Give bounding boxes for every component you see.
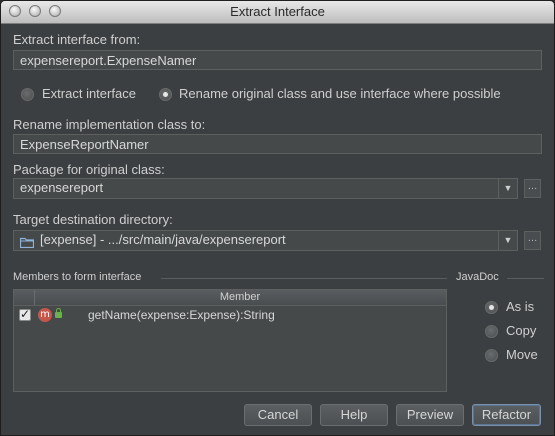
javadoc-copy-label[interactable]: Copy	[506, 323, 536, 338]
refactor-button[interactable]: Refactor	[472, 404, 541, 426]
method-icon: m	[38, 308, 52, 322]
member-signature: getName(expense:Expense):String	[88, 308, 275, 322]
javadoc-group-label: JavaDoc	[456, 271, 499, 283]
target-dir-combo[interactable]: [expense] - .../src/main/java/expenserep…	[13, 230, 518, 251]
checkbox-column-header[interactable]	[14, 290, 35, 305]
extract-interface-dialog: Extract Interface Extract interface from…	[0, 0, 555, 436]
title-bar: Extract Interface	[1, 1, 554, 24]
lock-icon	[55, 308, 62, 318]
rename-original-radio[interactable]	[159, 88, 172, 101]
javadoc-as-is-radio[interactable]	[485, 301, 498, 314]
javadoc-as-is-label[interactable]: As is	[506, 299, 534, 314]
chevron-down-icon[interactable]: ▼	[498, 179, 517, 198]
rename-impl-label: Rename implementation class to:	[13, 117, 206, 132]
member-column-header[interactable]: Member	[34, 291, 446, 303]
members-group-label: Members to form interface	[13, 271, 142, 283]
members-table-header: Member	[14, 290, 446, 306]
members-group-divider	[161, 278, 447, 279]
javadoc-group-divider	[507, 278, 544, 279]
extract-interface-radio[interactable]	[21, 88, 34, 101]
folder-icon	[19, 235, 35, 249]
target-dir-label: Target destination directory:	[13, 212, 173, 227]
package-combo-value: expensereport	[20, 180, 104, 195]
cancel-button[interactable]: Cancel	[244, 404, 312, 426]
extract-from-label: Extract interface from:	[13, 32, 141, 47]
extract-interface-radio-label[interactable]: Extract interface	[42, 86, 136, 101]
javadoc-copy-radio[interactable]	[485, 325, 498, 338]
table-row[interactable]: m getName(expense:Expense):String	[14, 306, 446, 326]
extract-from-field[interactable]: expensereport.ExpenseNamer	[13, 50, 542, 70]
members-table[interactable]: Member m getName(expense:Expense):String	[13, 289, 447, 392]
javadoc-move-label[interactable]: Move	[506, 347, 538, 362]
rename-original-radio-label[interactable]: Rename original class and use interface …	[179, 86, 501, 101]
browse-directory-button[interactable]: …	[524, 231, 541, 250]
preview-button[interactable]: Preview	[396, 404, 464, 426]
browse-package-button[interactable]: …	[524, 179, 541, 198]
window-title: Extract Interface	[230, 4, 325, 19]
rename-impl-field[interactable]: ExpenseReportNamer	[13, 134, 542, 154]
chevron-down-icon[interactable]: ▼	[498, 231, 517, 250]
target-dir-value: [expense] - .../src/main/java/expenserep…	[40, 232, 286, 247]
help-button[interactable]: Help	[320, 404, 388, 426]
javadoc-move-radio[interactable]	[485, 349, 498, 362]
package-label: Package for original class:	[13, 162, 165, 177]
package-combo[interactable]: expensereport ▼	[13, 178, 518, 199]
member-checkbox[interactable]	[19, 307, 31, 321]
